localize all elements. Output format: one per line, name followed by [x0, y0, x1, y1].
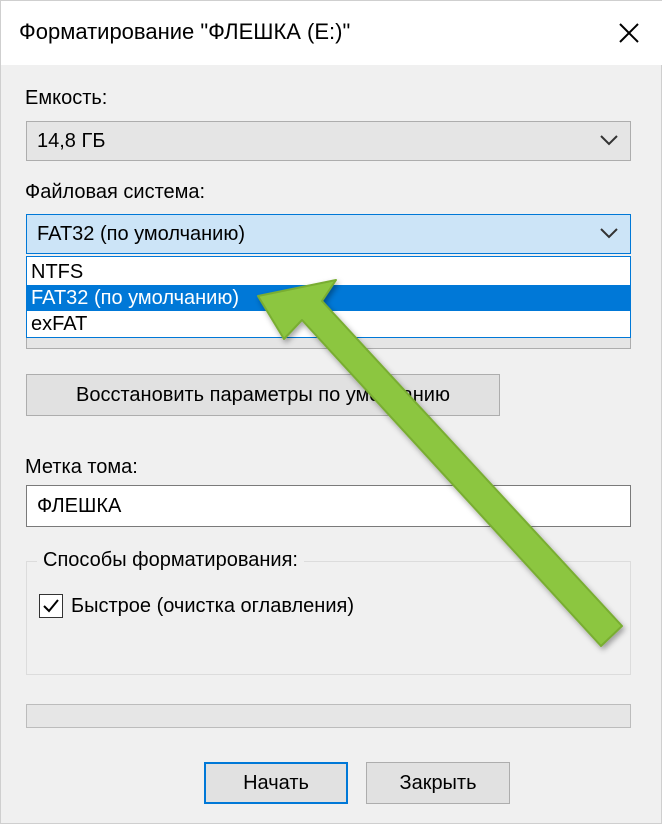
- restore-defaults-button[interactable]: Восстановить параметры по умолчанию: [26, 374, 500, 416]
- start-button[interactable]: Начать: [204, 762, 348, 804]
- close-button[interactable]: Закрыть: [366, 762, 510, 804]
- dropdown-option-ntfs[interactable]: NTFS: [27, 259, 630, 285]
- capacity-label: Емкость:: [25, 87, 108, 109]
- filesystem-label: Файловая система:: [25, 181, 206, 203]
- format-dialog: Форматирование "ФЛЕШКА (E:)" Емкость: 14…: [0, 0, 662, 824]
- close-window-button[interactable]: [607, 13, 651, 53]
- capacity-value: 14,8 ГБ: [37, 130, 106, 152]
- quick-format-checkbox[interactable]: [39, 594, 63, 618]
- close-icon: [619, 23, 639, 43]
- format-options-legend: Способы форматирования:: [37, 549, 304, 572]
- format-options-group: [26, 561, 631, 675]
- filesystem-dropdown-list: NTFS FAT32 (по умолчанию) exFAT: [26, 256, 631, 338]
- quick-format-label[interactable]: Быстрое (очистка оглавления): [71, 595, 354, 618]
- volume-label-value: ФЛЕШКА: [37, 495, 122, 517]
- dropdown-option-exfat[interactable]: exFAT: [27, 311, 630, 337]
- chevron-down-icon: [600, 228, 618, 239]
- format-progress-bar: [26, 704, 631, 728]
- filesystem-select[interactable]: FAT32 (по умолчанию): [26, 214, 631, 254]
- volume-label-input[interactable]: ФЛЕШКА: [26, 485, 631, 527]
- capacity-select[interactable]: 14,8 ГБ: [26, 121, 631, 161]
- volume-label-label: Метка тома:: [25, 456, 138, 478]
- filesystem-value: FAT32 (по умолчанию): [37, 223, 246, 245]
- chevron-down-icon: [600, 135, 618, 146]
- dropdown-option-fat32[interactable]: FAT32 (по умолчанию): [27, 285, 630, 311]
- window-title: Форматирование "ФЛЕШКА (E:)": [19, 19, 351, 44]
- title-bar: Форматирование "ФЛЕШКА (E:)": [1, 1, 662, 65]
- checkmark-icon: [43, 599, 59, 613]
